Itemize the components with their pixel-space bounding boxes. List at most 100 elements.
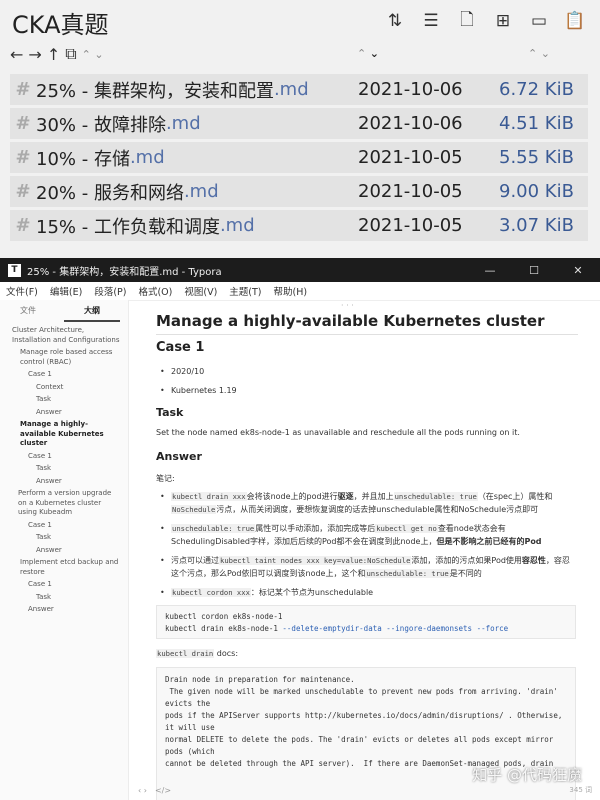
window-controls: — ☐ ✕ [468,258,600,282]
folder-view-icon[interactable]: ⧉ [65,44,76,64]
sidebar-tabs: 文件 大纲 [0,300,128,322]
menu-format[interactable]: 格式(O) [138,284,172,298]
watermark: 知乎 @代码狂魔 [472,766,582,784]
word-count[interactable]: 345 词 [569,785,592,795]
menu-theme[interactable]: 主题(T) [229,284,261,298]
task-text: Set the node named ek8s-node-1 as unavai… [156,428,520,437]
code-line: evicts the [165,699,211,708]
outline-item[interactable]: Cluster Architecture, Installation and C… [0,326,128,345]
note-bullet: • unschedulable: true属性可以手动添加，添加完成等后kube… [160,524,542,546]
menu-edit[interactable]: 编辑(E) [50,284,82,298]
editor-content[interactable]: · · · Manage a highly-available Kubernet… [155,300,580,800]
outline-item[interactable]: Case 1 [0,521,128,531]
code-line: pods (which [165,747,215,756]
file-size: 4.51 KiB [499,113,574,134]
paste-icon[interactable]: 📋 [560,6,590,36]
file-size: 3.07 KiB [499,215,574,236]
docs-label: kubectl drain docs: [156,649,239,658]
case-heading: Case 1 [156,340,205,355]
forward-arrow-icon[interactable]: → [28,45,41,64]
answer-heading: Answer [156,450,202,463]
sort-size-icon[interactable]: ⌃ ⌄ [528,47,550,60]
code-line: kubectl drain ek8s-node-1 --delete-empty… [165,624,509,633]
file-browser: CKA真题 ⇅ ☰ 🗋 ⊞ ▭ 📋 ← → ↑ ⧉ ⌃ ⌄ ⌃ ⌄ ⌃ ⌄ # … [0,0,600,258]
code-line: kubectl cordon ek8s-node-1 [165,612,283,621]
menu-paragraph[interactable]: 段落(P) [94,284,126,298]
outline-item[interactable]: Case 1 [0,580,128,590]
close-icon[interactable]: ✕ [556,258,600,282]
sort-icon[interactable]: ⇅ [380,6,410,36]
back-arrow-icon[interactable]: ← [10,45,23,64]
scroll-dots: · · · [341,301,354,310]
browser-toolbar: ⇅ ☰ 🗋 ⊞ ▭ 📋 [380,6,590,36]
markdown-icon: # [15,215,31,236]
file-date: 2021-10-05 [358,147,463,168]
minimize-icon[interactable]: — [468,258,512,282]
file-name: 25% - 集群架构，安装和配置 [36,80,274,102]
file-list: # 25% - 集群架构，安装和配置 .md 2021-10-06 6.72 Ki… [10,74,588,244]
outline-item[interactable]: Task [0,593,128,603]
outline-item[interactable]: Context [0,383,128,393]
sort-name-icon[interactable]: ⌃ ⌄ [82,48,104,61]
sort-date-icon[interactable]: ⌃ ⌄ [357,47,379,60]
note-bullet: • kubectl cordon xxx：标记某个节点为unschedulabl… [160,588,374,597]
note-bullet: • 污点可以通过kubectl taint nodes xxx key=valu… [160,556,570,578]
file-row[interactable]: # 20% - 服务和网络 .md 2021-10-05 9.00 KiB [10,176,588,207]
menu-bar: 文件(F) 编辑(E) 段落(P) 格式(O) 视图(V) 主题(T) 帮助(H… [0,282,600,301]
outline-item[interactable]: Answer [0,605,128,615]
outline-item[interactable]: Task [0,533,128,543]
tab-files[interactable]: 文件 [0,300,56,322]
file-name: 10% - 存储 [36,148,130,170]
new-folder-icon[interactable]: ⊞ [488,6,518,36]
window-title: 25% - 集群架构，安装和配置.md - Typora [27,266,222,278]
file-date: 2021-10-06 [358,113,463,134]
file-ext: .md [165,113,201,134]
case-item: • Kubernetes 1.19 [160,386,237,395]
notes-label: 笔记: [156,474,175,483]
outline-item[interactable]: Manage role based access control (RBAC) [0,348,128,367]
outline-item-active[interactable]: Manage a highly-available Kubernetes clu… [0,420,128,449]
outline-list: Cluster Architecture, Installation and C… [0,322,128,615]
case-item: • 2020/10 [160,367,205,376]
up-arrow-icon[interactable]: ↑ [47,45,60,64]
menu-help[interactable]: 帮助(H) [274,284,308,298]
title-bar: T 25% - 集群架构，安装和配置.md - Typora — ☐ ✕ [0,258,600,282]
outline-item[interactable]: Case 1 [0,452,128,462]
outline-item[interactable]: Answer [0,477,128,487]
outline-item[interactable]: Answer [0,546,128,556]
file-ext: .md [219,215,255,236]
markdown-icon: # [15,113,31,134]
folder-icon[interactable]: ▭ [524,6,554,36]
outline-item[interactable]: Implement etcd backup and restore [0,558,128,577]
code-line: The given node will be marked unschedula… [165,687,558,696]
menu-view[interactable]: 视图(V) [184,284,217,298]
file-row[interactable]: # 25% - 集群架构，安装和配置 .md 2021-10-06 6.72 Ki… [10,74,588,105]
file-row[interactable]: # 15% - 工作负载和调度 .md 2021-10-05 3.07 KiB [10,210,588,241]
nav-bar: ← → ↑ ⧉ ⌃ ⌄ [10,44,104,64]
outline-item[interactable]: Task [0,395,128,405]
list-icon[interactable]: ☰ [416,6,446,36]
file-name: 30% - 故障排除 [36,114,166,136]
doc-heading: Manage a highly-available Kubernetes clu… [156,312,579,335]
file-size: 9.00 KiB [499,181,574,202]
maximize-icon[interactable]: ☐ [512,258,556,282]
new-file-icon[interactable]: 🗋 [452,6,482,36]
markdown-icon: # [15,79,31,100]
menu-file[interactable]: 文件(F) [6,284,38,298]
command-code-block[interactable]: kubectl cordon ek8s-node-1 kubectl drain… [156,605,576,639]
outline-item[interactable]: Task [0,464,128,474]
tab-outline[interactable]: 大纲 [64,300,120,322]
sidebar-toggle-icon[interactable]: ‹ › [138,786,147,795]
file-size: 6.72 KiB [499,79,574,100]
sidebar: 文件 大纲 Cluster Architecture, Installation… [0,300,129,800]
markdown-icon: # [15,147,31,168]
file-row[interactable]: # 30% - 故障排除 .md 2021-10-06 4.51 KiB [10,108,588,139]
outline-item[interactable]: Answer [0,408,128,418]
code-line: it will use [165,723,215,732]
note-bullet: • kubectl drain xxx会将该node上的pod进行驱逐，并且加上… [160,492,553,514]
file-row[interactable]: # 10% - 存储 .md 2021-10-05 5.55 KiB [10,142,588,173]
outline-item[interactable]: Case 1 [0,370,128,380]
source-mode-icon[interactable]: </> [155,786,171,795]
file-date: 2021-10-05 [358,181,463,202]
outline-item[interactable]: Perform a version upgrade on a Kubernete… [0,489,128,518]
